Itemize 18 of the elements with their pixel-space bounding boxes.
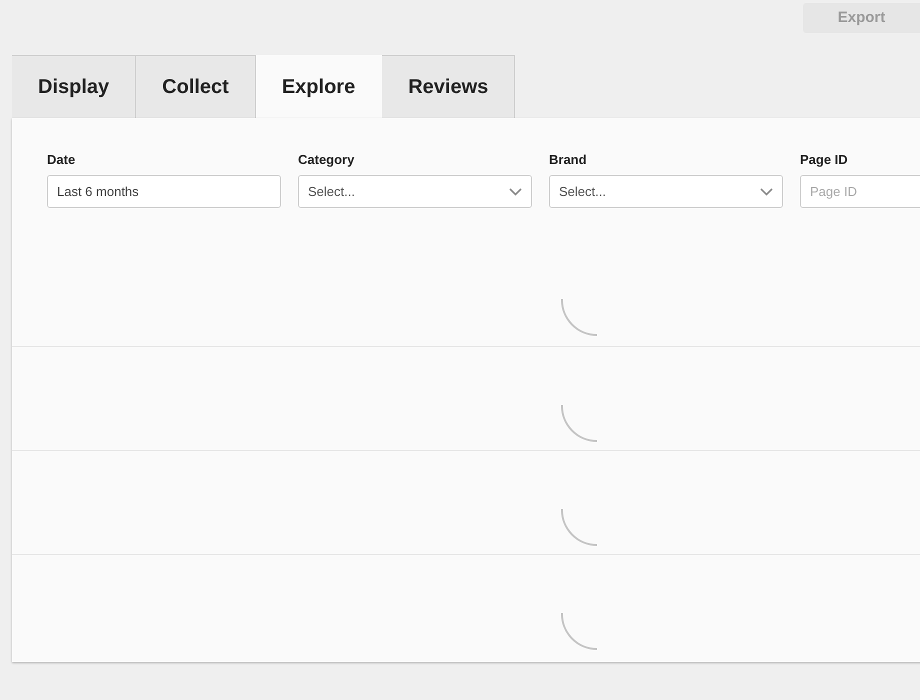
tab[interactable]: Reviews xyxy=(382,55,516,118)
filter-label: Date xyxy=(47,152,76,168)
chevron-down-icon xyxy=(509,188,522,196)
tab[interactable]: Display xyxy=(12,55,136,118)
input-field[interactable]: Page ID xyxy=(800,175,920,208)
loading-spinner-icon xyxy=(561,508,598,546)
loading-spinner-icon xyxy=(561,404,598,442)
select-field[interactable]: Select... xyxy=(298,175,532,208)
select-field[interactable]: Select... xyxy=(549,175,783,208)
filter-label: Brand xyxy=(549,152,588,168)
loading-spinner-icon xyxy=(561,612,598,650)
filter-label: Page ID xyxy=(800,152,849,168)
input-field[interactable]: Last 6 months xyxy=(47,175,281,208)
tab[interactable]: Explore xyxy=(256,55,382,118)
chevron-down-icon xyxy=(760,188,773,196)
filter-label: Category xyxy=(298,152,356,168)
loading-spinner-icon xyxy=(561,298,598,336)
tab[interactable]: Collect xyxy=(136,55,256,118)
